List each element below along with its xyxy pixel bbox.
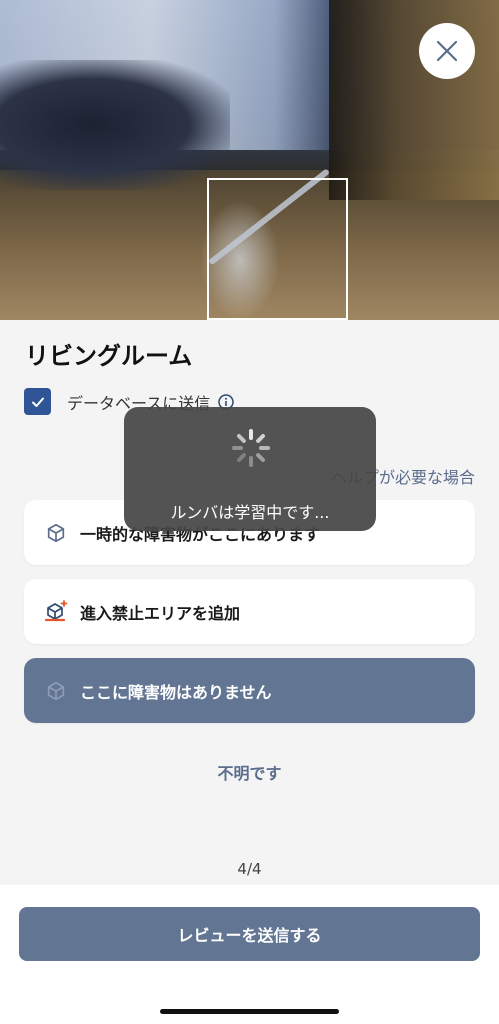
option-label: ここに障害物はありません	[80, 682, 272, 702]
room-title: リビングルーム	[25, 342, 193, 370]
home-indicator[interactable]	[160, 1009, 339, 1014]
submit-review-label: レビューを送信する	[177, 926, 322, 945]
page-indicator: 4/4	[237, 860, 262, 878]
checkmark-icon	[31, 397, 44, 407]
loading-spinner-icon	[232, 429, 270, 467]
unknown-link[interactable]: 不明です	[0, 760, 499, 784]
option-label: 進入禁止エリアを追加	[80, 603, 241, 623]
obstacle-highlight-box	[207, 178, 348, 320]
submit-review-button[interactable]: レビューを送信する	[19, 907, 480, 961]
photo-cabinet	[329, 0, 499, 200]
close-button[interactable]	[419, 23, 475, 79]
keep-out-zone-icon	[44, 599, 68, 624]
loading-message: ルンバは学習中です...	[170, 503, 330, 522]
photo-furniture	[0, 60, 230, 190]
loading-toast: ルンバは学習中です...	[124, 407, 376, 531]
close-icon	[436, 40, 458, 62]
option-add-keep-out-zone[interactable]: 進入禁止エリアを追加	[24, 579, 475, 644]
cube-icon	[44, 679, 68, 703]
send-to-database-checkbox[interactable]	[24, 388, 51, 415]
cube-icon	[44, 521, 68, 545]
option-no-obstacle[interactable]: ここに障害物はありません	[24, 658, 475, 723]
